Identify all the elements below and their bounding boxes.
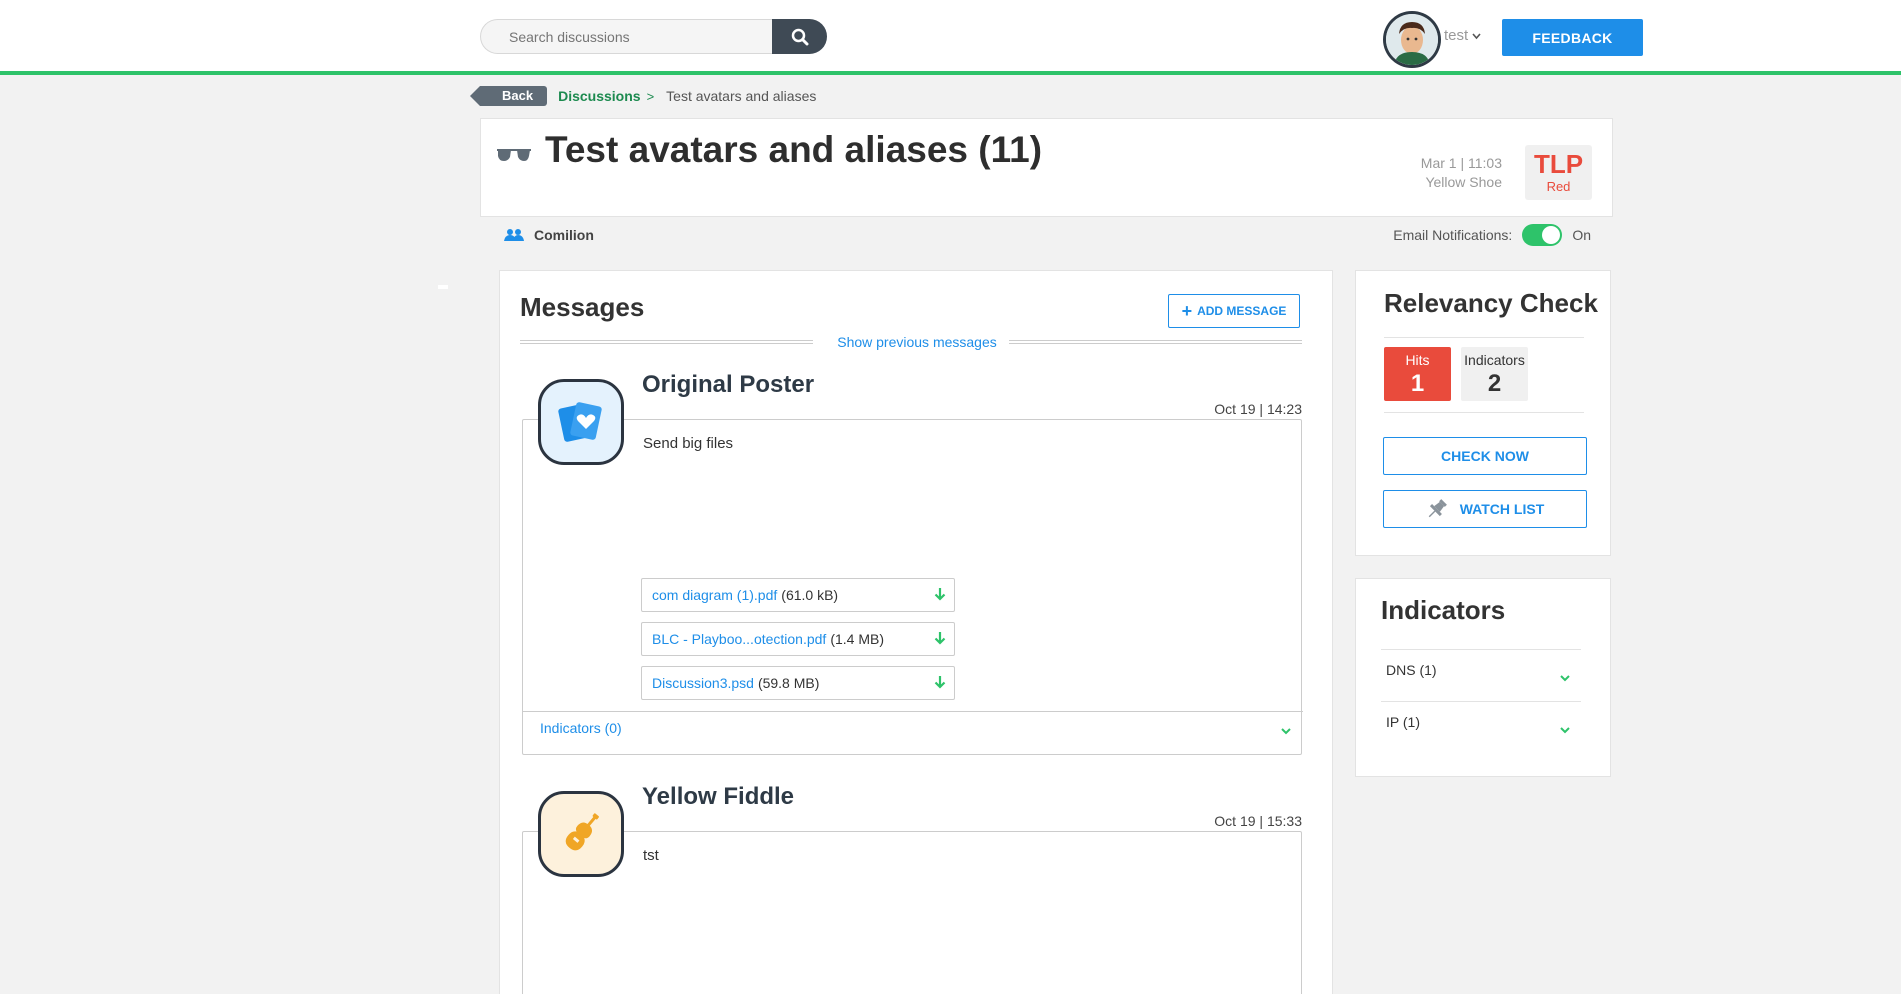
message-box: Send big files com diagram (1).pdf (61.0… — [522, 419, 1303, 755]
attachment-size: (59.8 MB) — [757, 675, 820, 691]
watch-list-button[interactable]: WATCH LIST — [1383, 490, 1587, 528]
download-icon[interactable] — [934, 631, 946, 646]
relevancy-title: Relevancy Check — [1384, 288, 1598, 318]
tlp-badge: TLP Red — [1525, 145, 1592, 200]
top-bar: test FEEDBACK — [0, 0, 1901, 75]
attachment-name[interactable]: com diagram (1).pdf — [652, 587, 777, 603]
divider — [1384, 412, 1584, 413]
organization-name: Comilion — [534, 227, 594, 243]
show-previous-row: Show previous messages — [500, 334, 1334, 350]
message-indicators-label[interactable]: Indicators (0) — [540, 720, 622, 736]
indicators-title: Indicators — [1381, 595, 1506, 625]
violin-icon — [565, 813, 599, 851]
page-title: Test avatars and aliases (11) — [545, 129, 1043, 170]
show-previous-link[interactable]: Show previous messages — [500, 334, 1334, 350]
hits-label: Hits — [1405, 352, 1430, 368]
chevron-down-icon[interactable] — [1560, 675, 1570, 682]
messages-title: Messages — [520, 292, 645, 322]
email-notifications-label: Email Notifications: — [1393, 227, 1513, 243]
pushpin-icon — [1428, 499, 1447, 518]
sunglasses-icon — [497, 149, 531, 161]
breadcrumb-separator: > — [646, 88, 655, 104]
user-avatar[interactable] — [1383, 11, 1441, 68]
search-icon — [791, 28, 808, 45]
add-message-label: ADD MESSAGE — [1197, 304, 1287, 318]
playing-cards-icon — [558, 402, 602, 442]
attachment[interactable]: Discussion3.psd (59.8 MB) — [641, 666, 955, 700]
organization: Comilion — [504, 227, 594, 243]
search-box — [480, 19, 827, 54]
hits-value: 1 — [1410, 370, 1425, 397]
indicator-item-ip[interactable]: IP (1) — [1386, 714, 1420, 730]
download-icon[interactable] — [934, 587, 946, 602]
relevancy-check-panel: Relevancy Check Hits 1 Indicators 2 CHEC… — [1355, 270, 1611, 556]
user-avatar-icon — [1386, 14, 1438, 65]
attachment-size: (61.0 kB) — [781, 587, 839, 603]
divider — [1381, 649, 1581, 650]
tlp-label: TLP — [1533, 149, 1584, 179]
attachment-name[interactable]: Discussion3.psd — [652, 675, 754, 691]
message-author: Yellow Fiddle — [642, 783, 795, 810]
back-button[interactable]: Back — [469, 86, 548, 106]
divider — [1381, 701, 1581, 702]
users-icon — [504, 229, 524, 241]
breadcrumb-discussions-link[interactable]: Discussions — [558, 88, 640, 104]
breadcrumb: Back Discussions > Test avatars and alia… — [469, 86, 817, 106]
indicators-badge-value: 2 — [1487, 370, 1502, 397]
plus-icon: + — [1181, 301, 1193, 321]
search-button[interactable] — [772, 19, 827, 54]
chevron-down-icon[interactable] — [1560, 727, 1570, 734]
email-notifications-state: On — [1572, 227, 1591, 243]
add-message-button[interactable]: + ADD MESSAGE — [1168, 294, 1300, 328]
discussion-date: Mar 1 | 11:03 — [1420, 155, 1502, 171]
search-input[interactable] — [480, 19, 772, 54]
message-avatar — [538, 379, 624, 465]
attachment[interactable]: BLC - Playboo...otection.pdf (1.4 MB) — [641, 622, 955, 656]
divider — [438, 285, 448, 289]
message-author: Original Poster — [642, 371, 815, 398]
message-box: tst — [522, 831, 1302, 994]
message-item: Yellow Fiddle Oct 19 | 15:33 tst — [522, 783, 1302, 994]
email-notifications-toggle[interactable] — [1522, 224, 1563, 246]
discussion-header: Test avatars and aliases (11) Mar 1 | 11… — [480, 118, 1613, 217]
indicators-panel: Indicators DNS (1) IP (1) — [1355, 578, 1611, 777]
divider — [1384, 337, 1584, 338]
download-icon[interactable] — [934, 675, 946, 690]
chevron-down-icon[interactable] — [1281, 728, 1291, 735]
message-item: Original Poster Oct 19 | 14:23 Send big … — [522, 371, 1303, 771]
message-date: Oct 19 | 14:23 — [1214, 401, 1302, 417]
user-name: test — [1444, 27, 1469, 44]
feedback-button[interactable]: FEEDBACK — [1502, 19, 1643, 56]
chevron-down-icon — [1472, 33, 1481, 40]
attachment-size: (1.4 MB) — [830, 631, 885, 647]
indicators-badge[interactable]: Indicators 2 — [1461, 347, 1528, 401]
message-body: tst — [643, 847, 659, 864]
message-avatar — [538, 791, 624, 877]
attachment[interactable]: com diagram (1).pdf (61.0 kB) — [641, 578, 955, 612]
discussion-meta: Mar 1 | 11:03 Yellow Shoe — [1421, 154, 1502, 192]
hits-badge[interactable]: Hits 1 — [1384, 347, 1451, 401]
attachment-name[interactable]: BLC - Playboo...otection.pdf — [652, 631, 826, 647]
email-notifications: Email Notifications: On — [1393, 224, 1591, 246]
check-now-button[interactable]: CHECK NOW — [1383, 437, 1587, 475]
tlp-level: Red — [1546, 179, 1571, 194]
indicators-badge-label: Indicators — [1464, 352, 1525, 368]
messages-panel: Messages + ADD MESSAGE Show previous mes… — [499, 270, 1333, 994]
breadcrumb-current: Test avatars and aliases — [666, 88, 817, 104]
indicator-item-dns[interactable]: DNS (1) — [1386, 662, 1437, 678]
watch-list-label: WATCH LIST — [1459, 501, 1545, 517]
user-menu[interactable]: test — [1444, 27, 1481, 44]
message-date: Oct 19 | 15:33 — [1214, 813, 1302, 829]
message-indicators-row[interactable]: Indicators (0) — [523, 711, 1303, 755]
message-body: Send big files — [643, 435, 734, 452]
discussion-author: Yellow Shoe — [1425, 174, 1502, 190]
